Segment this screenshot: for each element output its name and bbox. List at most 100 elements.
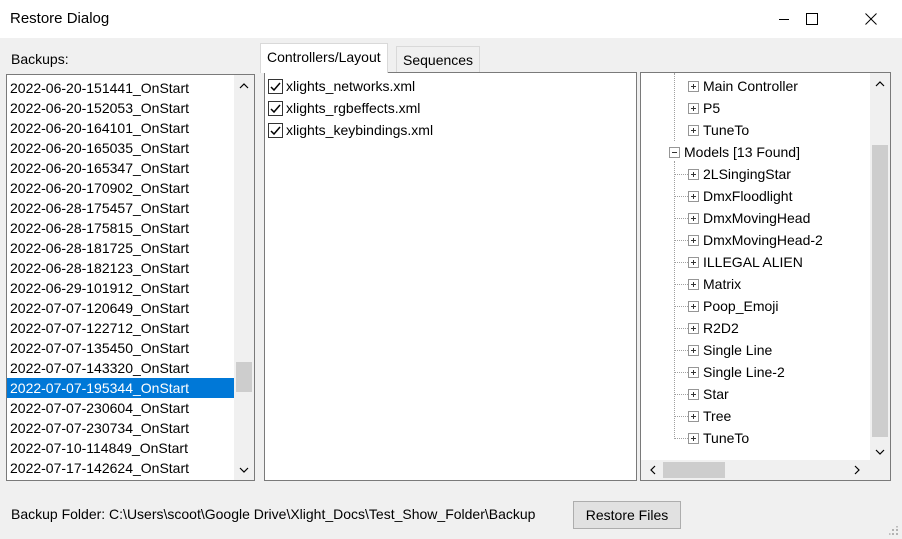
tree-node-model[interactable]: DmxFloodlight: [688, 185, 792, 207]
tree-node-label: Matrix: [703, 276, 742, 292]
backup-list-item[interactable]: 2022-06-20-165347_OnStart: [7, 158, 235, 178]
backup-list-item[interactable]: 2022-06-20-151441_OnStart: [7, 78, 235, 98]
backup-list-item[interactable]: 2022-07-17-142624_OnStart: [7, 458, 235, 478]
file-checkbox[interactable]: [268, 100, 283, 116]
scroll-up-arrow-icon[interactable]: [234, 77, 254, 94]
tree-node-model[interactable]: Single Line-2: [688, 361, 785, 383]
tree-node-label: Poop_Emoji: [703, 298, 779, 314]
expand-icon[interactable]: [688, 344, 699, 356]
tree-vscrollbar[interactable]: [870, 73, 890, 462]
file-checkbox[interactable]: [268, 78, 283, 94]
expand-icon[interactable]: [688, 124, 699, 136]
title-bar: Restore Dialog: [0, 0, 902, 38]
expand-icon[interactable]: [688, 102, 699, 114]
tree-node-controller[interactable]: P5: [688, 97, 720, 119]
window-title: Restore Dialog: [10, 10, 110, 27]
checkmark-icon: [270, 82, 281, 91]
resize-grip-icon[interactable]: [889, 526, 899, 536]
scroll-down-arrow-icon[interactable]: [870, 443, 890, 460]
backup-list-item[interactable]: 2022-07-07-230734_OnStart: [7, 418, 235, 438]
tree-connector: [675, 438, 688, 439]
restore-files-button[interactable]: Restore Files: [573, 501, 681, 529]
tree-node-label: Main Controller: [703, 78, 798, 94]
expand-icon[interactable]: [688, 278, 699, 290]
backup-list-item[interactable]: 2022-07-17-143742_OnStart: [7, 478, 235, 480]
backup-list-item[interactable]: 2022-06-20-170902_OnStart: [7, 178, 235, 198]
expand-icon[interactable]: [688, 366, 699, 378]
tree-node-model[interactable]: Poop_Emoji: [688, 295, 779, 317]
backup-folder-path: Backup Folder: C:\Users\scoot\Google Dri…: [11, 506, 536, 522]
tab-sequences[interactable]: Sequences: [396, 46, 481, 74]
file-row[interactable]: xlights_keybindings.xml: [268, 119, 433, 141]
scroll-up-arrow-icon[interactable]: [870, 75, 890, 92]
tree-connector: [675, 262, 688, 263]
file-name: xlights_rgbeffects.xml: [286, 100, 421, 116]
tree-node-models[interactable]: Models [13 Found]: [669, 141, 800, 163]
tree-connector: [675, 306, 688, 307]
expand-icon[interactable]: [688, 410, 699, 422]
expand-icon[interactable]: [688, 432, 699, 444]
tree-vscroll-thumb[interactable]: [872, 145, 888, 437]
backup-list-item[interactable]: 2022-06-28-182123_OnStart: [7, 258, 235, 278]
expand-icon[interactable]: [688, 80, 699, 92]
tree-node-label: 2LSingingStar: [703, 166, 791, 182]
expand-icon[interactable]: [688, 322, 699, 334]
tree-node-model[interactable]: 2LSingingStar: [688, 163, 791, 185]
backup-list-item[interactable]: 2022-06-28-175815_OnStart: [7, 218, 235, 238]
tree-node-model[interactable]: Tree: [688, 405, 731, 427]
scroll-right-arrow-icon[interactable]: [847, 462, 867, 478]
tree-hscroll-thumb[interactable]: [663, 462, 725, 478]
tree-connector: [674, 161, 675, 439]
close-button[interactable]: [843, 0, 899, 38]
tree-node-model[interactable]: TuneTo: [688, 427, 749, 449]
tree-node-controller[interactable]: TuneTo: [688, 119, 749, 141]
tree-node-label: Tree: [703, 408, 732, 424]
tree-node-model[interactable]: DmxMovingHead-2: [688, 229, 823, 251]
tree-node-model[interactable]: Matrix: [688, 273, 741, 295]
tree-node-label: TuneTo: [703, 122, 750, 138]
tab-controllers-layout[interactable]: Controllers/Layout: [260, 43, 388, 73]
tree-node-model[interactable]: R2D2: [688, 317, 739, 339]
file-checkbox[interactable]: [268, 122, 283, 138]
expand-icon[interactable]: [688, 212, 699, 224]
scroll-down-arrow-icon[interactable]: [234, 461, 254, 478]
backup-list-item[interactable]: 2022-06-28-175457_OnStart: [7, 198, 235, 218]
scroll-corner: [870, 460, 890, 480]
backup-list-item[interactable]: 2022-07-07-135450_OnStart: [7, 338, 235, 358]
tree-connector: [675, 284, 688, 285]
backup-list-item[interactable]: 2022-06-28-181725_OnStart: [7, 238, 235, 258]
backup-list-item[interactable]: 2022-07-07-230604_OnStart: [7, 398, 235, 418]
maximize-button[interactable]: [784, 0, 840, 38]
file-row[interactable]: xlights_networks.xml: [268, 75, 415, 97]
tree-node-model[interactable]: DmxMovingHead: [688, 207, 810, 229]
tree-node-model[interactable]: ILLEGAL ALIEN: [688, 251, 803, 273]
backup-list-item[interactable]: 2022-06-29-101912_OnStart: [7, 278, 235, 298]
expand-icon[interactable]: [688, 234, 699, 246]
collapse-icon[interactable]: [669, 146, 680, 158]
tree-node-controller[interactable]: Main Controller: [688, 75, 798, 97]
backups-list-items: 2022-06-20-151441_OnStart 2022-06-20-1520…: [7, 78, 235, 480]
tree-node-model[interactable]: Single Line: [688, 339, 772, 361]
file-row[interactable]: xlights_rgbeffects.xml: [268, 97, 420, 119]
backups-scroll-thumb[interactable]: [236, 362, 252, 392]
backups-scrollbar[interactable]: [234, 75, 254, 480]
expand-icon[interactable]: [688, 168, 699, 180]
expand-icon[interactable]: [688, 300, 699, 312]
tree-connector: [675, 174, 688, 175]
backup-list-item[interactable]: 2022-07-07-120649_OnStart: [7, 298, 235, 318]
backup-list-item[interactable]: 2022-06-20-152053_OnStart: [7, 98, 235, 118]
tree-node-model[interactable]: Star: [688, 383, 729, 405]
backup-list-item[interactable]: 2022-06-20-165035_OnStart: [7, 138, 235, 158]
tree-node-label: R2D2: [703, 320, 739, 336]
backups-list[interactable]: 2022-06-20-151441_OnStart 2022-06-20-1520…: [6, 74, 255, 481]
backup-list-item[interactable]: 2022-06-20-164101_OnStart: [7, 118, 235, 138]
backup-list-item[interactable]: 2022-07-07-143320_OnStart: [7, 358, 235, 378]
backup-list-item[interactable]: 2022-07-07-195344_OnStart: [7, 378, 235, 398]
backup-list-item[interactable]: 2022-07-10-114849_OnStart: [7, 438, 235, 458]
expand-icon[interactable]: [688, 256, 699, 268]
expand-icon[interactable]: [688, 388, 699, 400]
scroll-left-arrow-icon[interactable]: [643, 462, 663, 478]
backup-list-item[interactable]: 2022-07-07-122712_OnStart: [7, 318, 235, 338]
tree-hscrollbar[interactable]: [641, 460, 870, 480]
expand-icon[interactable]: [688, 190, 699, 202]
